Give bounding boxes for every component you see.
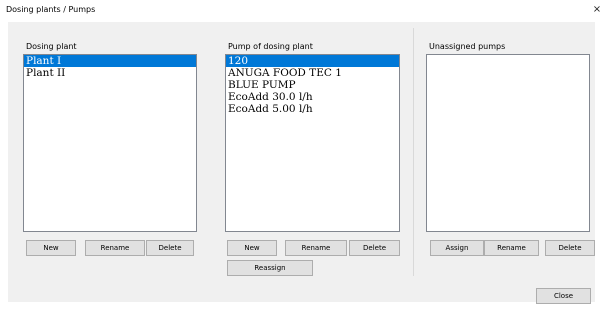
pump-of-dosing-plant-label: Pump of dosing plant [228, 42, 313, 51]
column-divider [413, 28, 414, 276]
pump-rename-button[interactable]: Rename [285, 240, 347, 256]
unassigned-rename-button[interactable]: Rename [484, 240, 539, 256]
list-item[interactable]: Plant I [24, 55, 196, 67]
list-item[interactable]: BLUE PUMP [226, 79, 399, 91]
unassigned-pumps-label: Unassigned pumps [429, 42, 506, 51]
plant-rename-button[interactable]: Rename [85, 240, 145, 256]
dialog-body: Dosing plant Plant I Plant II New Rename … [8, 22, 595, 304]
unassigned-delete-button[interactable]: Delete [545, 240, 595, 256]
pump-of-dosing-plant-list[interactable]: 120 ANUGA FOOD TEC 1 BLUE PUMP EcoAdd 30.0 … [225, 54, 400, 232]
close-button[interactable]: Close [536, 288, 591, 304]
unassigned-pumps-list[interactable] [426, 54, 590, 232]
list-item[interactable]: EcoAdd 30.0 l/h [226, 91, 399, 103]
plant-new-button[interactable]: New [26, 240, 76, 256]
close-icon[interactable]: × [591, 4, 603, 16]
reassign-button[interactable]: Reassign [227, 260, 313, 276]
list-item[interactable]: Plant II [24, 67, 196, 79]
list-item[interactable]: ANUGA FOOD TEC 1 [226, 67, 399, 79]
assign-button[interactable]: Assign [430, 240, 484, 256]
dosing-plant-list[interactable]: Plant I Plant II [23, 54, 197, 232]
list-item[interactable]: EcoAdd 5.00 l/h [226, 103, 399, 115]
plant-delete-button[interactable]: Delete [146, 240, 194, 256]
dosing-plant-label: Dosing plant [26, 42, 77, 51]
pump-new-button[interactable]: New [227, 240, 277, 256]
title-bar: Dosing plants / Pumps × [0, 0, 603, 22]
list-item[interactable]: 120 [226, 55, 399, 67]
pump-delete-button[interactable]: Delete [349, 240, 400, 256]
window-title: Dosing plants / Pumps [6, 5, 96, 14]
